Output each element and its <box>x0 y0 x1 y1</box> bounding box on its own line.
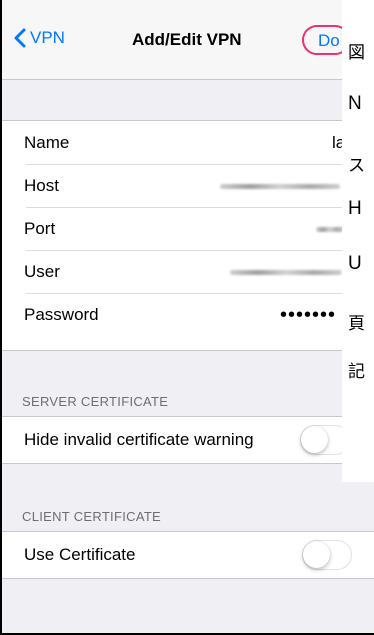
server-certificate-header: SERVER CERTIFICATE <box>22 394 169 409</box>
overlay-line: 図 <box>348 43 365 62</box>
vpn-settings-screen: VPN Add/Edit VPN Do Name la Host Port Us… <box>0 0 374 635</box>
toggle-knob <box>303 541 330 568</box>
host-row[interactable]: Host <box>2 164 374 207</box>
port-field[interactable] <box>316 227 344 232</box>
name-row[interactable]: Name la <box>2 121 374 164</box>
port-row[interactable]: Port <box>2 207 374 250</box>
hide-warning-row: Hide invalid certificate warning <box>2 417 374 463</box>
overlay-line: U <box>348 253 362 274</box>
user-label: User <box>24 262 60 281</box>
name-label: Name <box>24 133 70 152</box>
use-certificate-row: Use Certificate <box>2 532 374 578</box>
overlay-line: H <box>348 198 362 219</box>
host-label: Host <box>24 176 59 195</box>
overlay-line: ス <box>348 156 365 175</box>
user-row[interactable]: User <box>2 250 374 293</box>
user-field[interactable] <box>230 270 342 275</box>
password-field[interactable]: ••••••• <box>280 304 336 327</box>
overlay-line: N <box>348 93 362 114</box>
overlay-line: 頁 <box>348 314 365 333</box>
use-certificate-toggle[interactable] <box>302 540 352 570</box>
password-row[interactable]: Password ••••••• <box>2 293 374 336</box>
client-certificate-header: CLIENT CERTIFICATE <box>22 509 162 524</box>
password-label: Password <box>24 305 99 324</box>
hide-warning-label: Hide invalid certificate warning <box>24 430 254 449</box>
back-button[interactable]: VPN <box>14 28 65 48</box>
host-field[interactable] <box>220 184 340 189</box>
toggle-knob <box>301 426 328 453</box>
page-title: Add/Edit VPN <box>132 30 242 49</box>
server-certificate-group: Hide invalid certificate warning <box>2 416 374 464</box>
use-certificate-label: Use Certificate <box>24 545 136 564</box>
vpn-fields-group: Name la Host Port User Password ••••••• <box>2 120 374 351</box>
port-label: Port <box>24 219 56 238</box>
chevron-left-icon <box>14 28 26 48</box>
back-label: VPN <box>30 28 65 47</box>
client-certificate-group: Use Certificate <box>2 531 374 579</box>
overlapping-document-fragment: 図 N ス H U 頁 記 <box>342 0 374 482</box>
navigation-bar: VPN Add/Edit VPN Do <box>2 0 374 80</box>
frame-edge <box>0 0 2 635</box>
overlay-line: 記 <box>348 362 365 381</box>
